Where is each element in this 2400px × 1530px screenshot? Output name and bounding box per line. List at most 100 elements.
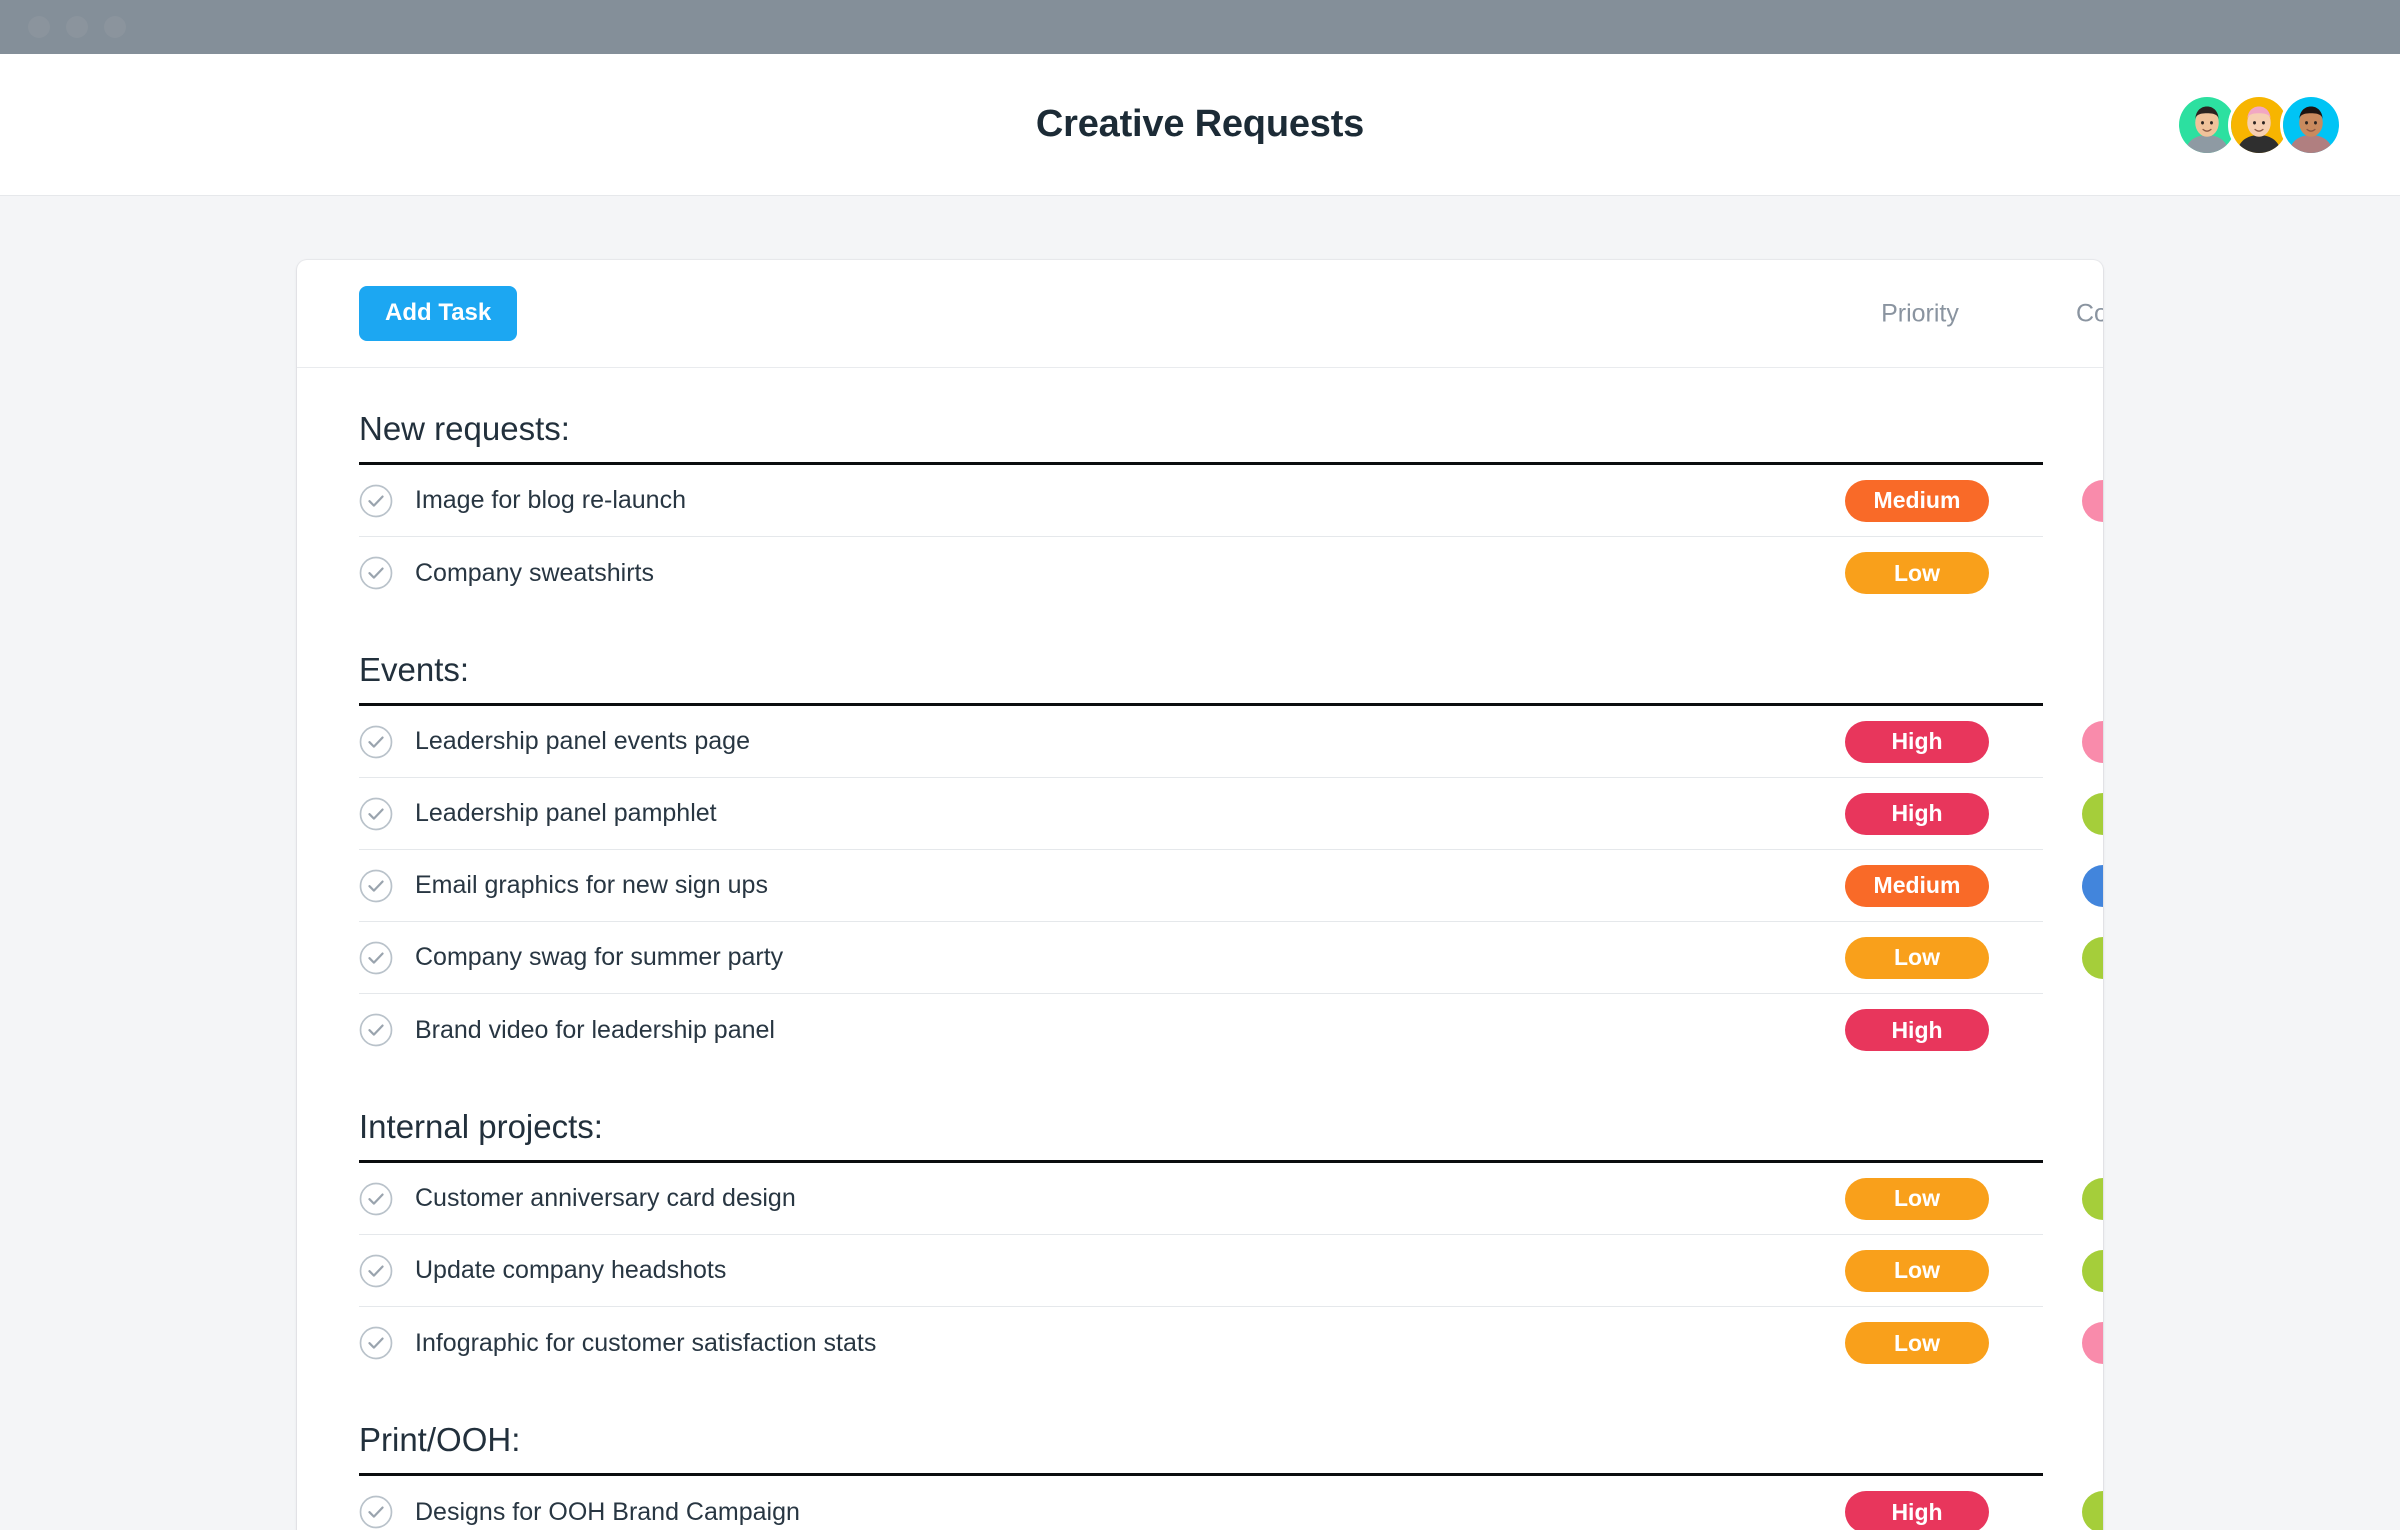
content-channel-cell[interactable] bbox=[2082, 571, 2103, 575]
window-chrome bbox=[0, 0, 2400, 54]
check-circle-icon[interactable] bbox=[359, 1326, 393, 1360]
priority-badge[interactable]: High bbox=[1845, 1491, 1989, 1530]
priority-cell[interactable]: Low bbox=[1845, 1249, 1989, 1292]
content-channel-badge[interactable]: Print bbox=[2082, 1249, 2103, 1292]
check-circle-icon[interactable] bbox=[359, 725, 393, 759]
check-circle-icon[interactable] bbox=[359, 869, 393, 903]
check-circle-icon[interactable] bbox=[359, 1254, 393, 1288]
window-maximize-dot[interactable] bbox=[104, 16, 126, 38]
toolbar: Add Task Priority Content channel bbox=[297, 260, 2103, 368]
priority-cell[interactable]: High bbox=[1845, 1009, 1989, 1051]
priority-badge[interactable]: High bbox=[1845, 720, 1989, 763]
content-channel-cell[interactable]: Email bbox=[2082, 864, 2103, 907]
task-title[interactable]: Designs for OOH Brand Campaign bbox=[415, 1498, 2043, 1527]
content-channel-cell[interactable]: Print bbox=[2082, 792, 2103, 835]
check-circle-icon[interactable] bbox=[359, 797, 393, 831]
task-title[interactable]: Company sweatshirts bbox=[415, 559, 2043, 588]
table-row[interactable]: Infographic for customer satisfaction st… bbox=[359, 1307, 2103, 1379]
priority-badge[interactable]: Medium bbox=[1845, 864, 1989, 907]
table-row[interactable]: Company sweatshirts Low bbox=[359, 537, 2043, 609]
task-title[interactable]: Leadership panel pamphlet bbox=[415, 799, 2043, 828]
task-list-card: Add Task Priority Content channel New re… bbox=[297, 260, 2103, 1530]
sections-container: New requests: Image for blog re-launch Me… bbox=[297, 368, 2103, 1530]
priority-cell[interactable]: High bbox=[1845, 1491, 1989, 1530]
window-minimize-dot[interactable] bbox=[66, 16, 88, 38]
content-channel-badge[interactable]: Email bbox=[2082, 864, 2103, 907]
priority-cell[interactable]: Low bbox=[1845, 936, 1989, 979]
task-title[interactable]: Leadership panel events page bbox=[415, 727, 2043, 756]
content-channel-cell[interactable]: Blog bbox=[2082, 1322, 2103, 1364]
task-rows: Customer anniversary card designLowPrint… bbox=[359, 1163, 2103, 1379]
table-row[interactable]: Designs for OOH Brand CampaignHigh Print bbox=[359, 1476, 2103, 1530]
section-title: New requests: bbox=[359, 410, 570, 447]
table-row[interactable]: Email graphics for new sign upsMedium Ema… bbox=[359, 850, 2103, 922]
section-title: Internal projects: bbox=[359, 1108, 603, 1145]
content-channel-cell[interactable]: Print bbox=[2082, 1177, 2103, 1220]
table-row[interactable]: Image for blog re-launchMedium Blog bbox=[359, 465, 2103, 537]
content-channel-cell[interactable]: Blog bbox=[2082, 720, 2103, 763]
content-channel-cell[interactable] bbox=[2082, 1028, 2103, 1032]
content-channel-cell[interactable]: Print bbox=[2082, 936, 2103, 979]
check-circle-icon[interactable] bbox=[359, 1495, 393, 1529]
content-channel-cell[interactable]: Blog bbox=[2082, 479, 2103, 522]
avatar-blue[interactable] bbox=[2280, 93, 2342, 156]
task-section: Internal projects: Customer anniversary … bbox=[297, 1066, 2103, 1379]
content-channel-badge[interactable]: Blog bbox=[2082, 720, 2103, 763]
priority-cell[interactable]: Low bbox=[1845, 1177, 1989, 1220]
content-channel-badge[interactable]: Print bbox=[2082, 792, 2103, 835]
task-rows: Leadership panel events pageHighBlog Lea… bbox=[359, 706, 2103, 1066]
table-row[interactable]: Leadership panel pamphletHigh Print bbox=[359, 778, 2103, 850]
check-circle-icon[interactable] bbox=[359, 484, 393, 518]
content-channel-cell[interactable]: Print bbox=[2082, 1249, 2103, 1292]
content-channel-badge[interactable]: Blog bbox=[2082, 1322, 2103, 1364]
check-circle-icon[interactable] bbox=[359, 1013, 393, 1047]
window-close-dot[interactable] bbox=[28, 16, 50, 38]
priority-cell[interactable]: Low bbox=[1845, 1322, 1989, 1364]
check-circle-icon[interactable] bbox=[359, 556, 393, 590]
task-rows: Designs for OOH Brand CampaignHigh Print bbox=[359, 1476, 2103, 1530]
task-title[interactable]: Image for blog re-launch bbox=[415, 486, 2043, 515]
priority-badge[interactable]: Low bbox=[1845, 552, 1989, 594]
column-header-content-channel: Content channel bbox=[2075, 299, 2103, 327]
priority-badge[interactable]: Low bbox=[1845, 1249, 1989, 1292]
task-title[interactable]: Company swag for summer party bbox=[415, 943, 2043, 972]
section-title: Print/OOH: bbox=[359, 1421, 521, 1458]
task-title[interactable]: Email graphics for new sign ups bbox=[415, 871, 2043, 900]
section-title: Events: bbox=[359, 651, 470, 688]
task-section: Events: Leadership panel events page High… bbox=[297, 609, 2103, 1066]
table-row[interactable]: Company swag for summer partyLow Print bbox=[359, 922, 2103, 994]
page-body: Add Task Priority Content channel New re… bbox=[0, 196, 2400, 1530]
check-circle-icon[interactable] bbox=[359, 1182, 393, 1216]
priority-cell[interactable]: Medium bbox=[1845, 479, 1989, 522]
page-title: Creative Requests bbox=[1035, 103, 1365, 145]
table-row[interactable]: Customer anniversary card designLow Print bbox=[359, 1163, 2103, 1235]
task-title[interactable]: Customer anniversary card design bbox=[415, 1184, 2043, 1213]
priority-cell[interactable]: Low bbox=[1845, 552, 1989, 594]
table-row[interactable]: Update company headshotsLow Print bbox=[359, 1235, 2103, 1307]
add-task-button[interactable]: Add Task bbox=[359, 286, 518, 341]
table-row[interactable]: Leadership panel events pageHigh Blog bbox=[359, 706, 2103, 778]
header-avatar-group bbox=[2176, 93, 2342, 156]
task-title[interactable]: Infographic for customer satisfaction st… bbox=[415, 1329, 2043, 1358]
app-header: Creative Requests bbox=[0, 54, 2400, 196]
table-row[interactable]: Brand video for leadership panel High bbox=[359, 994, 2043, 1066]
content-channel-badge[interactable]: Blog bbox=[2082, 479, 2103, 522]
check-circle-icon[interactable] bbox=[359, 941, 393, 975]
task-title[interactable]: Update company headshots bbox=[415, 1256, 2043, 1285]
content-channel-badge[interactable]: Print bbox=[2082, 936, 2103, 979]
priority-badge[interactable]: Low bbox=[1845, 1177, 1989, 1220]
task-rows: Image for blog re-launchMedium Blog Compa… bbox=[359, 465, 2103, 609]
priority-badge[interactable]: Low bbox=[1845, 1322, 1989, 1364]
priority-cell[interactable]: Medium bbox=[1845, 864, 1989, 907]
priority-cell[interactable]: High bbox=[1845, 720, 1989, 763]
content-channel-badge[interactable]: Print bbox=[2082, 1177, 2103, 1220]
task-title[interactable]: Brand video for leadership panel bbox=[415, 1016, 2043, 1045]
priority-badge[interactable]: Medium bbox=[1845, 479, 1989, 522]
priority-cell[interactable]: High bbox=[1845, 792, 1989, 835]
task-section: Print/OOH: Designs for OOH Brand Campaig… bbox=[297, 1379, 2103, 1530]
priority-badge[interactable]: High bbox=[1845, 792, 1989, 835]
priority-badge[interactable]: High bbox=[1845, 1009, 1989, 1051]
priority-badge[interactable]: Low bbox=[1845, 936, 1989, 979]
content-channel-cell[interactable]: Print bbox=[2082, 1491, 2103, 1530]
content-channel-badge[interactable]: Print bbox=[2082, 1491, 2103, 1530]
